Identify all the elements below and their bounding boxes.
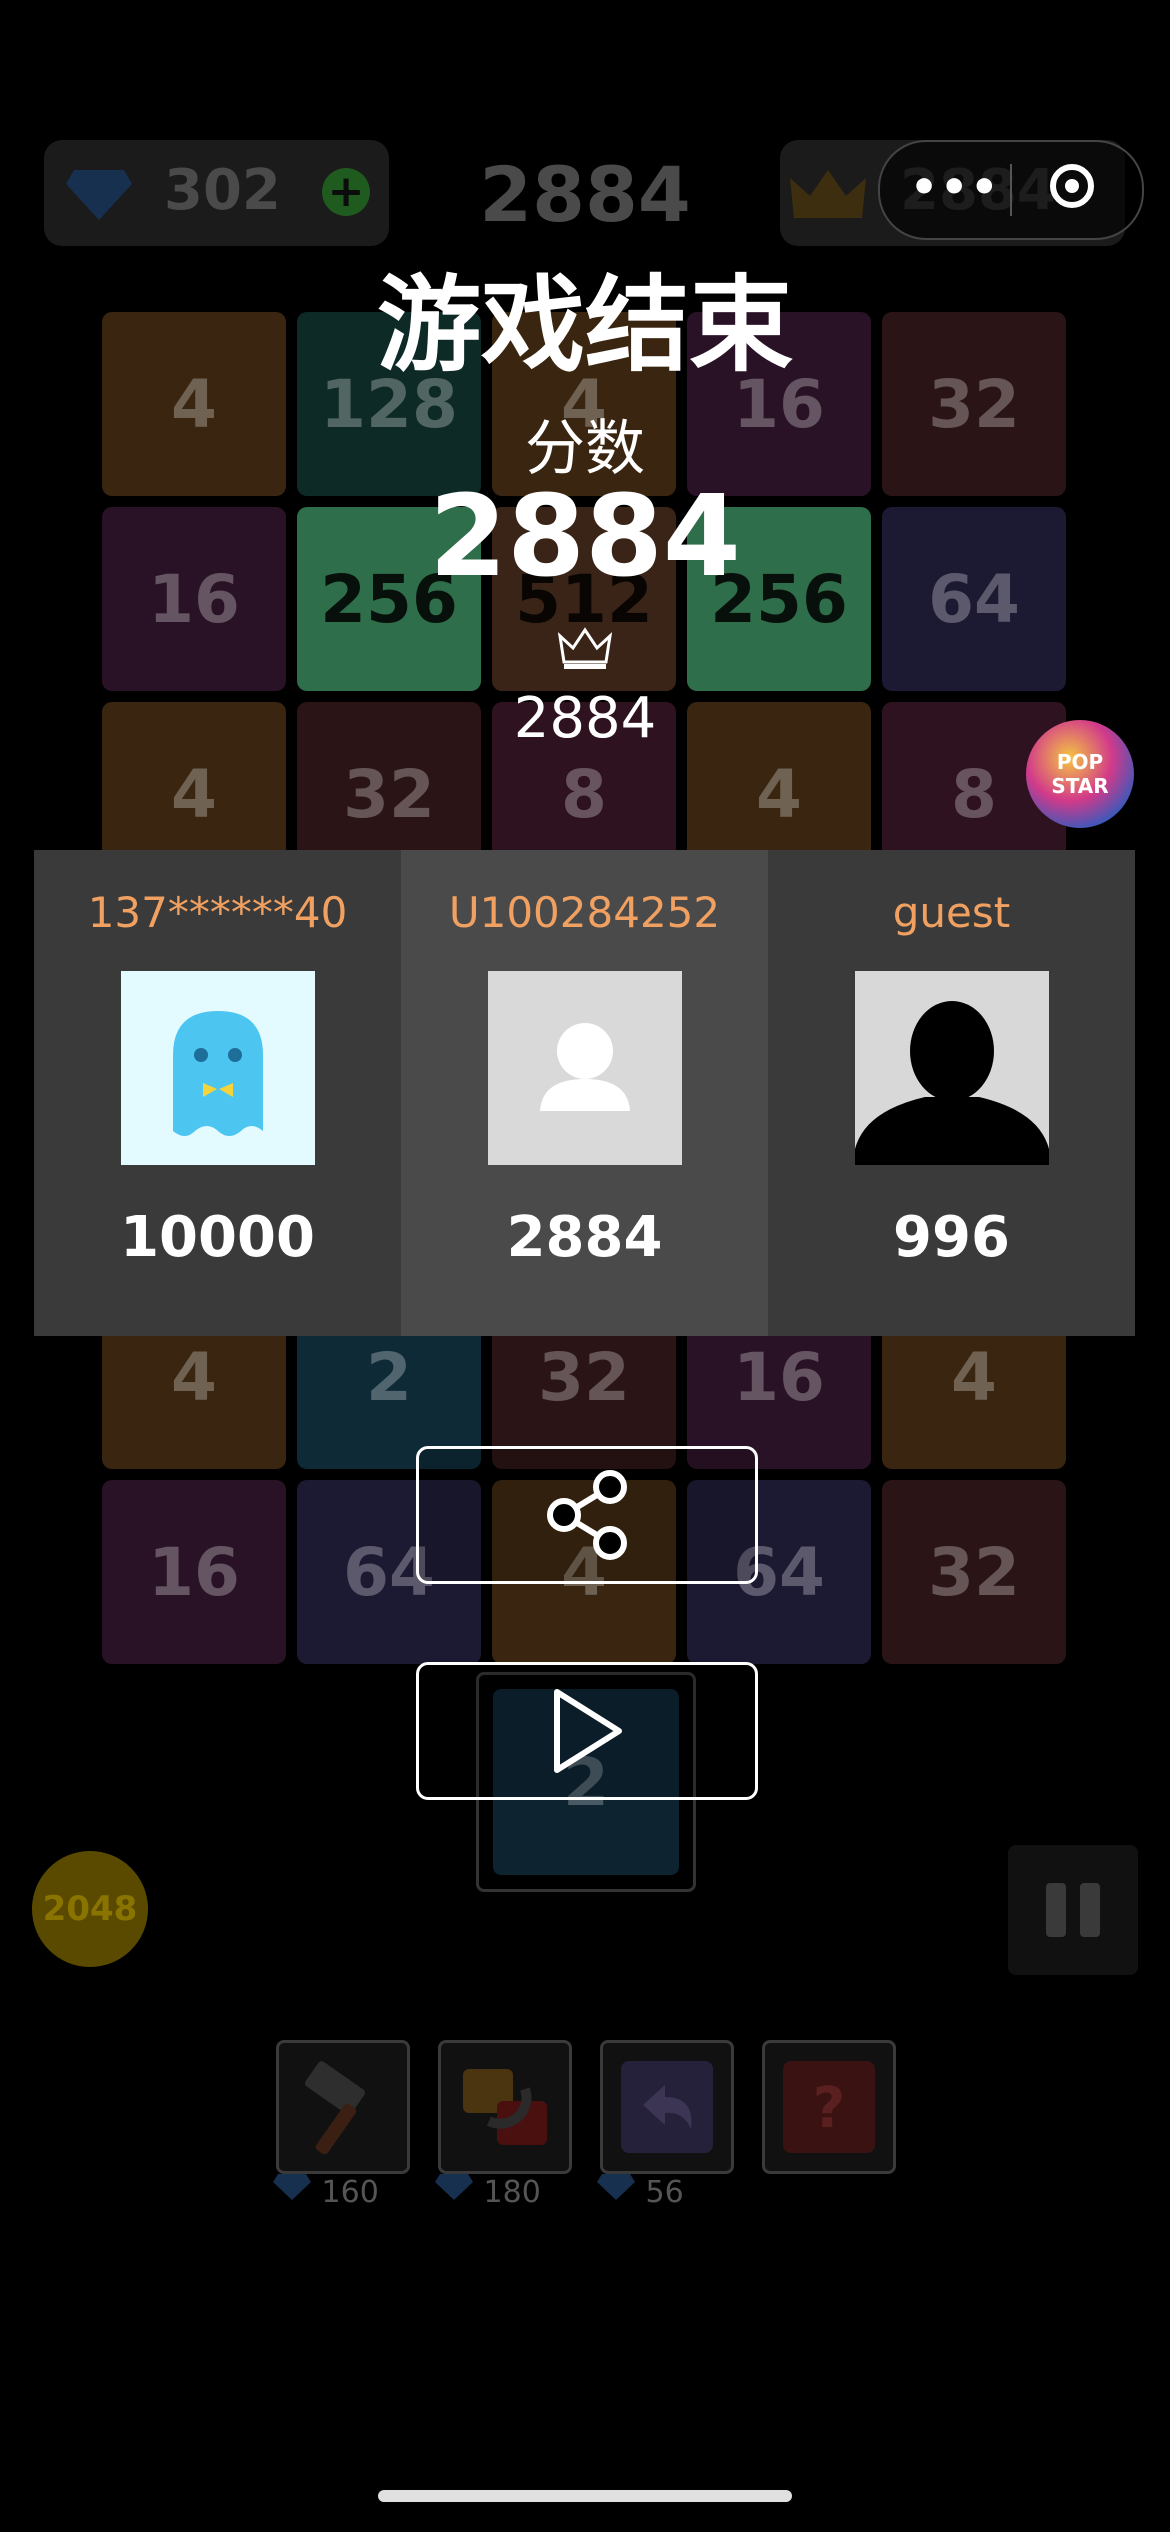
best-score: 2884: [513, 686, 657, 751]
player-name: U100284252: [448, 888, 721, 937]
crown-icon: [558, 627, 612, 669]
game-over-title: 游戏结束: [376, 264, 793, 386]
avatar: [854, 971, 1049, 1165]
player-score: 10000: [120, 1205, 315, 1270]
popstar-logo[interactable]: POP STAR: [1026, 720, 1134, 828]
play-again-button[interactable]: [416, 1662, 758, 1800]
leaderboard-entry: guest 996: [768, 850, 1135, 1336]
share-icon: [547, 1470, 627, 1560]
default-person-icon: [539, 1023, 630, 1111]
player-name: 137******40: [87, 888, 348, 937]
avatar: [487, 971, 682, 1165]
silhouette-icon: [854, 1001, 1049, 1165]
player-name: guest: [892, 888, 1011, 937]
ghost-icon: [172, 1011, 263, 1136]
leaderboard-entry-current: U100284252 2884: [401, 850, 768, 1336]
player-score: 2884: [506, 1205, 663, 1270]
play-icon: [554, 1689, 622, 1773]
game-over-overlay: 游戏结束 分数 2884 2884 POP STAR 137******40 1…: [0, 0, 1170, 2532]
avatar: [120, 971, 315, 1165]
home-indicator: [378, 2490, 792, 2502]
leaderboard-entry: 137******40 10000: [34, 850, 401, 1336]
share-button[interactable]: [416, 1446, 758, 1584]
leaderboard-panel: 137******40 10000 U100284252 2884 guest …: [34, 850, 1135, 1336]
player-score: 996: [893, 1205, 1010, 1270]
final-score: 2884: [429, 472, 741, 602]
